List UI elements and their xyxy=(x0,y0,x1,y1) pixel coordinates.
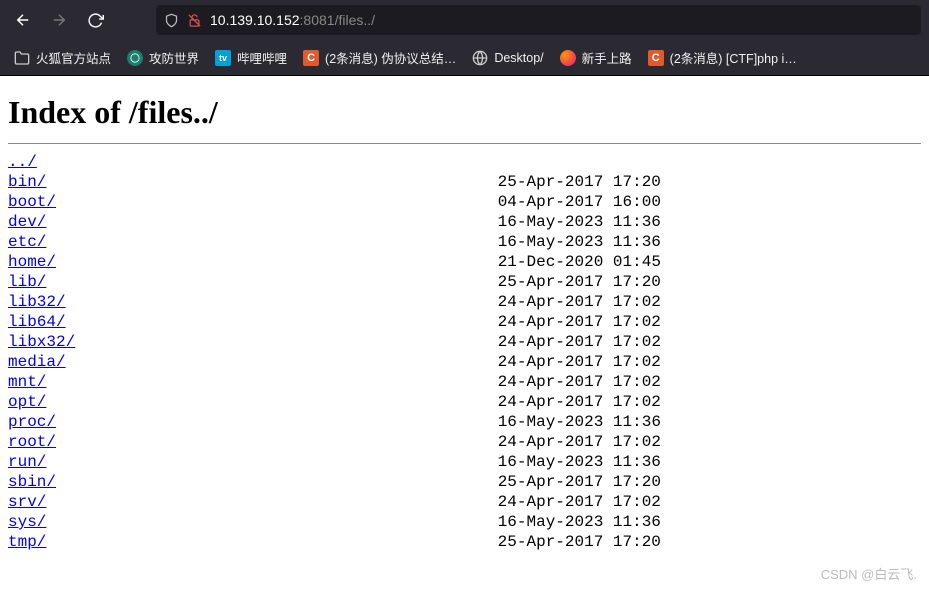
listing-link[interactable]: proc/ xyxy=(8,413,56,431)
lock-insecure-icon xyxy=(187,13,202,28)
page-content: Index of /files../ ../ bin/ 25-Apr-2017 … xyxy=(0,76,929,560)
listing-link[interactable]: opt/ xyxy=(8,393,46,411)
page-title: Index of /files../ xyxy=(8,94,921,131)
listing-link[interactable]: ../ xyxy=(8,153,37,171)
divider xyxy=(8,143,921,144)
listing-link[interactable]: home/ xyxy=(8,253,56,271)
bookmark-label: (2条消息) 伪协议总结… xyxy=(325,48,456,67)
back-button[interactable] xyxy=(8,5,38,35)
bookmark-item[interactable]: 攻防世界 xyxy=(121,44,205,71)
reload-button[interactable] xyxy=(80,5,110,35)
listing-link[interactable]: dev/ xyxy=(8,213,46,231)
shield-icon xyxy=(164,13,179,28)
listing-link[interactable]: lib32/ xyxy=(8,293,66,311)
url-text: 10.139.10.152:8081/files../ xyxy=(210,12,375,28)
bookmark-icon xyxy=(472,50,488,66)
listing-link[interactable]: srv/ xyxy=(8,493,46,511)
bookmark-item[interactable]: C (2条消息) 伪协议总结… xyxy=(297,44,462,71)
bookmark-icon: tv xyxy=(215,50,231,66)
bookmark-item[interactable]: 火狐官方站点 xyxy=(8,44,117,71)
browser-toolbar: 10.139.10.152:8081/files../ xyxy=(0,0,929,40)
directory-listing: ../ bin/ 25-Apr-2017 17:20 boot/ 04-Apr-… xyxy=(8,152,921,552)
listing-link[interactable]: bin/ xyxy=(8,173,46,191)
forward-button[interactable] xyxy=(44,5,74,35)
bookmark-label: 攻防世界 xyxy=(149,48,199,67)
reload-icon xyxy=(87,12,104,29)
bookmark-icon xyxy=(14,50,30,66)
bookmark-label: (2条消息) [CTF]php i… xyxy=(670,48,797,67)
bookmarks-bar: 火狐官方站点 攻防世界 tv 哔哩哔哩 C (2条消息) 伪协议总结… Desktop/新手… xyxy=(0,40,929,76)
listing-link[interactable]: sbin/ xyxy=(8,473,56,491)
arrow-left-icon xyxy=(14,11,32,29)
listing-link[interactable]: mnt/ xyxy=(8,373,46,391)
listing-link[interactable]: lib64/ xyxy=(8,313,66,331)
listing-link[interactable]: libx32/ xyxy=(8,333,75,351)
bookmark-item[interactable]: C (2条消息) [CTF]php i… xyxy=(642,44,803,71)
bookmark-icon xyxy=(560,50,576,66)
listing-link[interactable]: lib/ xyxy=(8,273,46,291)
bookmark-item[interactable]: 新手上路 xyxy=(554,44,638,71)
listing-link[interactable]: root/ xyxy=(8,433,56,451)
bookmark-icon: C xyxy=(648,50,664,66)
bookmark-icon xyxy=(127,50,143,66)
bookmark-label: 哔哩哔哩 xyxy=(237,48,287,67)
listing-link[interactable]: boot/ xyxy=(8,193,56,211)
arrow-right-icon xyxy=(50,11,68,29)
address-bar[interactable]: 10.139.10.152:8081/files../ xyxy=(156,5,921,35)
bookmark-label: Desktop/ xyxy=(494,51,543,65)
bookmark-icon: C xyxy=(303,50,319,66)
bookmark-label: 火狐官方站点 xyxy=(36,48,111,67)
listing-link[interactable]: etc/ xyxy=(8,233,46,251)
bookmark-label: 新手上路 xyxy=(582,48,632,67)
bookmark-item[interactable]: tv 哔哩哔哩 xyxy=(209,44,293,71)
watermark: CSDN @白云飞. xyxy=(821,564,917,583)
listing-link[interactable]: media/ xyxy=(8,353,66,371)
listing-link[interactable]: run/ xyxy=(8,453,46,471)
listing-link[interactable]: tmp/ xyxy=(8,533,46,551)
listing-link[interactable]: sys/ xyxy=(8,513,46,531)
bookmark-item[interactable]: Desktop/ xyxy=(466,46,549,70)
